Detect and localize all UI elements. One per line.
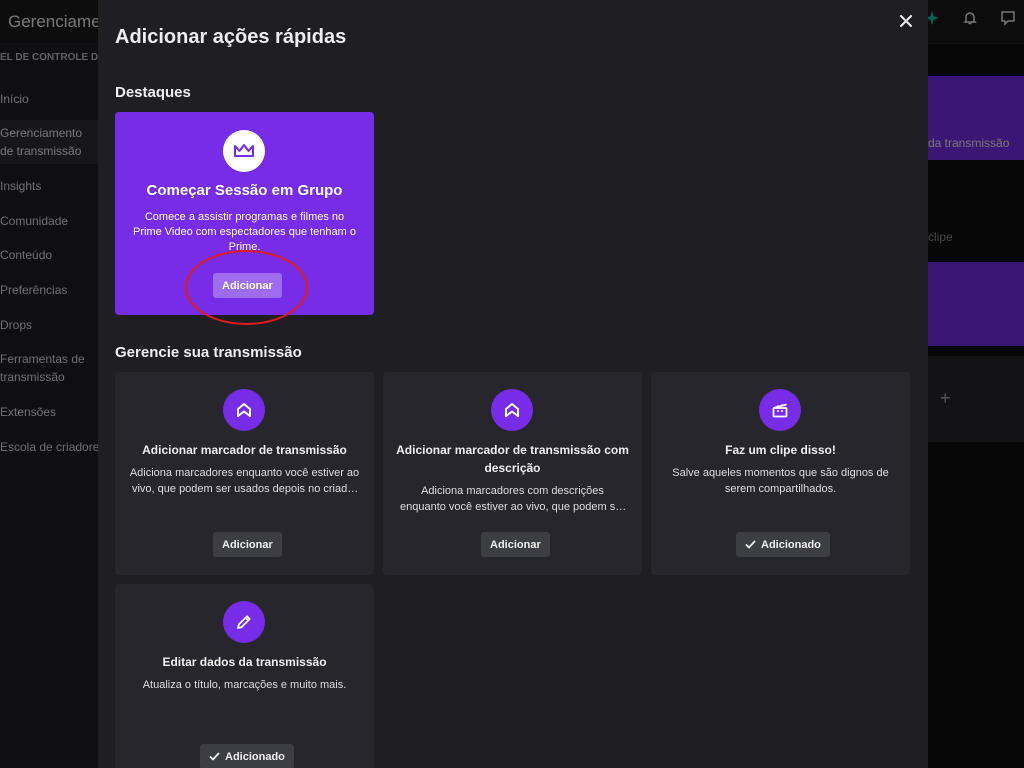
checkmark-icon <box>745 540 756 549</box>
featured-icon-circle <box>223 130 265 172</box>
edit-stream-info-added-button[interactable]: Adicionado <box>200 744 294 768</box>
crown-icon <box>234 144 254 157</box>
card-edit-stream-info: Editar dados da transmissão Atualiza o t… <box>115 584 374 768</box>
add-stream-marker-button[interactable]: Adicionar <box>213 532 282 557</box>
highlights-section-title: Destaques <box>115 84 191 101</box>
card-icon-circle <box>223 601 265 643</box>
add-stream-marker-description-button[interactable]: Adicionar <box>481 532 550 557</box>
button-label: Adicionado <box>225 750 285 763</box>
clip-that-added-button[interactable]: Adicionado <box>736 532 830 557</box>
card-description: Atualiza o título, marcações e muito mai… <box>142 679 347 691</box>
card-title: Editar dados da transmissão <box>162 655 327 669</box>
card-icon-circle <box>223 389 265 431</box>
card-title: Adicionar marcador de transmissão <box>142 443 347 457</box>
card-title: Faz um clipe disso! <box>725 443 836 457</box>
card-description: Salve aqueles momentos que são dignos de… <box>672 467 889 495</box>
manage-section-title: Gerencie sua transmissão <box>115 344 302 361</box>
close-icon <box>900 15 912 27</box>
featured-card-title: Começar Sessão em Grupo <box>146 182 343 199</box>
card-description: Adiciona marcadores enquanto você estive… <box>129 467 360 495</box>
checkmark-icon <box>209 752 220 761</box>
card-add-stream-marker: Adicionar marcador de transmissão Adicio… <box>115 372 374 575</box>
add-quick-actions-modal: Adicionar ações rápidas Destaques Começa… <box>98 0 928 768</box>
modal-title: Adicionar ações rápidas <box>115 26 347 48</box>
annotation-circle <box>185 250 308 325</box>
card-icon-circle <box>759 389 801 431</box>
stream-marker-icon <box>237 403 251 417</box>
button-label: Adicionado <box>761 538 821 551</box>
card-icon-circle <box>491 389 533 431</box>
pencil-icon <box>237 615 251 629</box>
card-add-stream-marker-with-description: Adicionar marcador de transmissão com de… <box>383 372 642 575</box>
card-clip-that: Faz um clipe disso! Salve aqueles moment… <box>651 372 910 575</box>
close-button[interactable] <box>895 10 917 32</box>
card-title: Adicionar marcador de transmissão com de… <box>396 443 629 475</box>
featured-card-description: Comece a assistir programas e filmes no … <box>133 211 356 253</box>
stream-marker-icon <box>505 403 519 417</box>
clapperboard-icon <box>772 403 788 418</box>
card-description: Adiciona marcadores com descrições enqua… <box>399 485 626 513</box>
